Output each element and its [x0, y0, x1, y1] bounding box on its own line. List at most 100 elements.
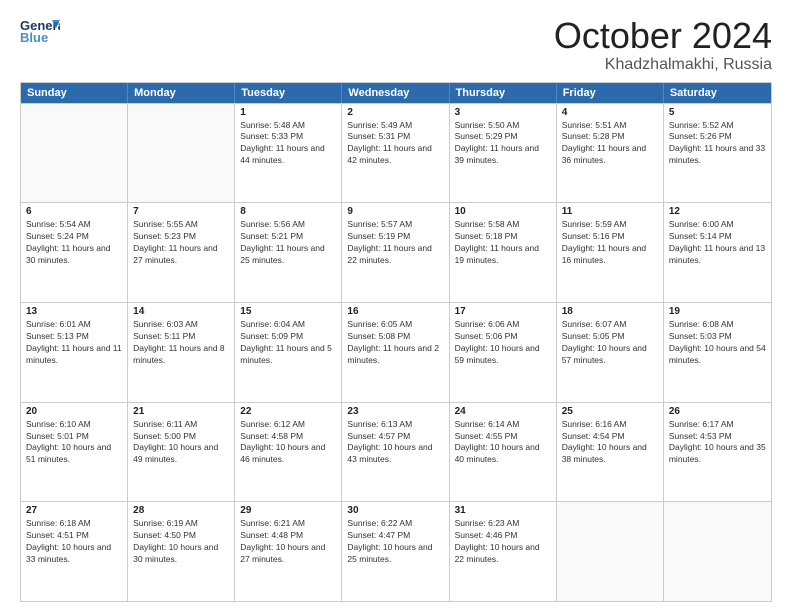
daylight-text: Daylight: 11 hours and 44 minutes.: [240, 143, 336, 167]
day-number: 23: [347, 406, 443, 417]
calendar-cell: 13Sunrise: 6:01 AMSunset: 5:13 PMDayligh…: [21, 303, 128, 402]
sunset-text: Sunset: 4:55 PM: [455, 431, 551, 443]
calendar-cell: [664, 502, 771, 601]
sunrise-text: Sunrise: 6:14 AM: [455, 419, 551, 431]
day-number: 6: [26, 206, 122, 217]
sunset-text: Sunset: 4:54 PM: [562, 431, 658, 443]
calendar-header: SundayMondayTuesdayWednesdayThursdayFrid…: [21, 83, 771, 103]
day-number: 19: [669, 306, 766, 317]
day-number: 17: [455, 306, 551, 317]
calendar-cell: 30Sunrise: 6:22 AMSunset: 4:47 PMDayligh…: [342, 502, 449, 601]
calendar-cell: [21, 104, 128, 203]
daylight-text: Daylight: 10 hours and 43 minutes.: [347, 442, 443, 466]
logo-icon: General Blue: [20, 16, 60, 48]
header-day-sunday: Sunday: [21, 83, 128, 103]
day-number: 8: [240, 206, 336, 217]
header-day-friday: Friday: [557, 83, 664, 103]
day-number: 16: [347, 306, 443, 317]
sunrise-text: Sunrise: 6:19 AM: [133, 518, 229, 530]
sunset-text: Sunset: 5:13 PM: [26, 331, 122, 343]
daylight-text: Daylight: 11 hours and 5 minutes.: [240, 343, 336, 367]
calendar-cell: 14Sunrise: 6:03 AMSunset: 5:11 PMDayligh…: [128, 303, 235, 402]
day-number: 2: [347, 107, 443, 118]
day-number: 3: [455, 107, 551, 118]
sunrise-text: Sunrise: 6:08 AM: [669, 319, 766, 331]
sunrise-text: Sunrise: 6:06 AM: [455, 319, 551, 331]
sunset-text: Sunset: 4:47 PM: [347, 530, 443, 542]
daylight-text: Daylight: 10 hours and 51 minutes.: [26, 442, 122, 466]
sunrise-text: Sunrise: 5:49 AM: [347, 120, 443, 132]
day-number: 21: [133, 406, 229, 417]
daylight-text: Daylight: 10 hours and 27 minutes.: [240, 542, 336, 566]
day-number: 20: [26, 406, 122, 417]
day-number: 12: [669, 206, 766, 217]
sunrise-text: Sunrise: 6:04 AM: [240, 319, 336, 331]
day-number: 14: [133, 306, 229, 317]
sunset-text: Sunset: 4:53 PM: [669, 431, 766, 443]
day-number: 18: [562, 306, 658, 317]
sunrise-text: Sunrise: 5:58 AM: [455, 219, 551, 231]
day-number: 7: [133, 206, 229, 217]
calendar-location: Khadzhalmakhi, Russia: [554, 56, 772, 74]
day-number: 5: [669, 107, 766, 118]
sunset-text: Sunset: 5:18 PM: [455, 231, 551, 243]
day-number: 31: [455, 505, 551, 516]
sunset-text: Sunset: 5:24 PM: [26, 231, 122, 243]
daylight-text: Daylight: 10 hours and 59 minutes.: [455, 343, 551, 367]
sunset-text: Sunset: 5:03 PM: [669, 331, 766, 343]
day-number: 15: [240, 306, 336, 317]
sunrise-text: Sunrise: 6:03 AM: [133, 319, 229, 331]
daylight-text: Daylight: 11 hours and 30 minutes.: [26, 243, 122, 267]
calendar-row-5: 27Sunrise: 6:18 AMSunset: 4:51 PMDayligh…: [21, 501, 771, 601]
calendar-cell: 6 Sunrise: 5:54 AMSunset: 5:24 PMDaylight…: [21, 203, 128, 302]
sunrise-text: Sunrise: 5:57 AM: [347, 219, 443, 231]
day-number: 1: [240, 107, 336, 118]
sunset-text: Sunset: 5:33 PM: [240, 131, 336, 143]
daylight-text: Daylight: 10 hours and 30 minutes.: [133, 542, 229, 566]
daylight-text: Daylight: 11 hours and 42 minutes.: [347, 143, 443, 167]
calendar-cell: 16Sunrise: 6:05 AMSunset: 5:08 PMDayligh…: [342, 303, 449, 402]
sunset-text: Sunset: 4:58 PM: [240, 431, 336, 443]
daylight-text: Daylight: 11 hours and 11 minutes.: [26, 343, 122, 367]
day-number: 27: [26, 505, 122, 516]
sunrise-text: Sunrise: 6:12 AM: [240, 419, 336, 431]
calendar-cell: 31Sunrise: 6:23 AMSunset: 4:46 PMDayligh…: [450, 502, 557, 601]
sunset-text: Sunset: 4:48 PM: [240, 530, 336, 542]
sunrise-text: Sunrise: 5:55 AM: [133, 219, 229, 231]
calendar-cell: 21Sunrise: 6:11 AMSunset: 5:00 PMDayligh…: [128, 403, 235, 502]
day-number: 11: [562, 206, 658, 217]
daylight-text: Daylight: 11 hours and 13 minutes.: [669, 243, 766, 267]
calendar-row-2: 6Sunrise: 5:54 AMSunset: 5:24 PMDaylight…: [21, 202, 771, 302]
sunrise-text: Sunrise: 5:59 AM: [562, 219, 658, 231]
calendar-cell: 24Sunrise: 6:14 AMSunset: 4:55 PMDayligh…: [450, 403, 557, 502]
calendar-cell: 20Sunrise: 6:10 AMSunset: 5:01 PMDayligh…: [21, 403, 128, 502]
daylight-text: Daylight: 10 hours and 40 minutes.: [455, 442, 551, 466]
day-number: 9: [347, 206, 443, 217]
sunrise-text: Sunrise: 6:18 AM: [26, 518, 122, 530]
calendar-cell: 5Sunrise: 5:52 AMSunset: 5:26 PMDaylight…: [664, 104, 771, 203]
sunrise-text: Sunrise: 5:54 AM: [26, 219, 122, 231]
sunset-text: Sunset: 5:28 PM: [562, 131, 658, 143]
calendar-cell: 19Sunrise: 6:08 AMSunset: 5:03 PMDayligh…: [664, 303, 771, 402]
sunrise-text: Sunrise: 6:17 AM: [669, 419, 766, 431]
sunrise-text: Sunrise: 5:52 AM: [669, 120, 766, 132]
sunset-text: Sunset: 4:57 PM: [347, 431, 443, 443]
calendar-row-3: 13Sunrise: 6:01 AMSunset: 5:13 PMDayligh…: [21, 302, 771, 402]
svg-text:Blue: Blue: [20, 30, 48, 45]
daylight-text: Daylight: 11 hours and 16 minutes.: [562, 243, 658, 267]
sunrise-text: Sunrise: 6:07 AM: [562, 319, 658, 331]
sunrise-text: Sunrise: 6:05 AM: [347, 319, 443, 331]
header-day-thursday: Thursday: [450, 83, 557, 103]
daylight-text: Daylight: 10 hours and 25 minutes.: [347, 542, 443, 566]
daylight-text: Daylight: 11 hours and 36 minutes.: [562, 143, 658, 167]
sunset-text: Sunset: 5:01 PM: [26, 431, 122, 443]
sunset-text: Sunset: 5:11 PM: [133, 331, 229, 343]
header-day-tuesday: Tuesday: [235, 83, 342, 103]
daylight-text: Daylight: 11 hours and 33 minutes.: [669, 143, 766, 167]
day-number: 26: [669, 406, 766, 417]
sunrise-text: Sunrise: 6:23 AM: [455, 518, 551, 530]
calendar-cell: 8Sunrise: 5:56 AMSunset: 5:21 PMDaylight…: [235, 203, 342, 302]
header-day-wednesday: Wednesday: [342, 83, 449, 103]
calendar-cell: 1Sunrise: 5:48 AMSunset: 5:33 PMDaylight…: [235, 104, 342, 203]
sunset-text: Sunset: 4:46 PM: [455, 530, 551, 542]
